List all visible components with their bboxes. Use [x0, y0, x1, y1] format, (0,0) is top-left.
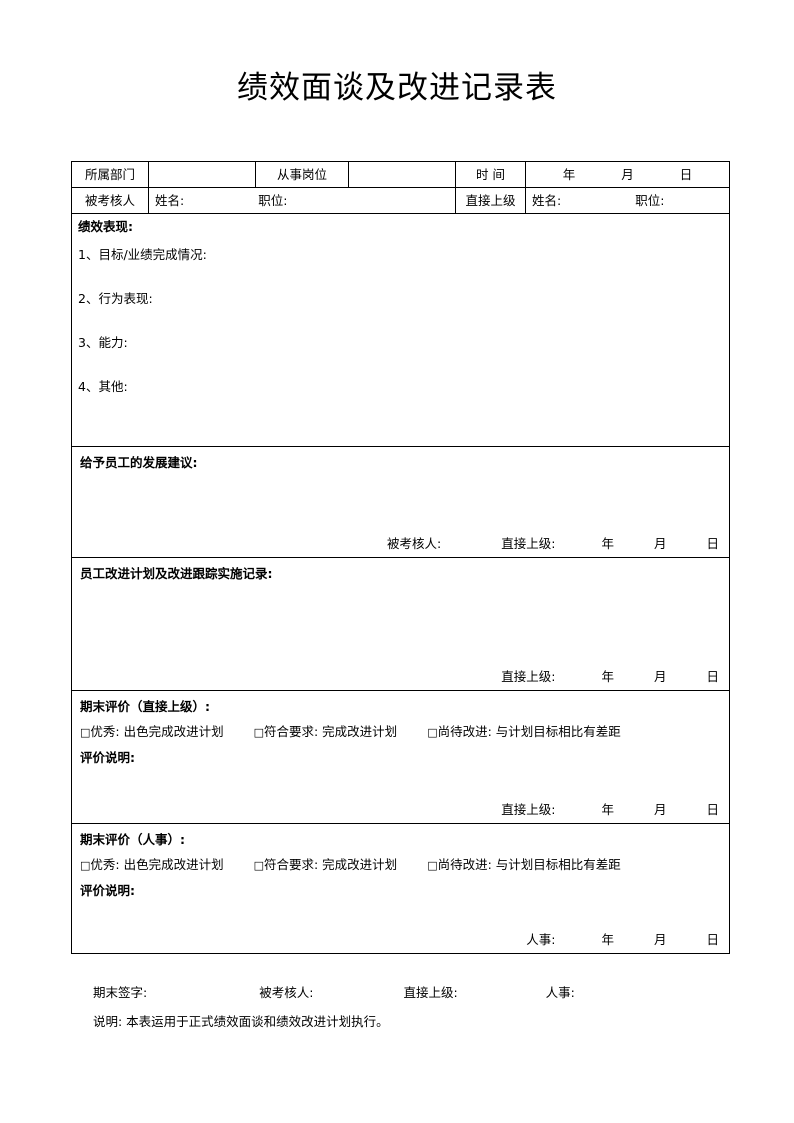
date-value-cell[interactable]: 年月日 [525, 161, 730, 188]
option-needs-improvement-hr[interactable]: □尚待改进: 与计划目标相比有差距 [427, 856, 621, 874]
department-value-cell[interactable] [148, 161, 256, 188]
year-label: 年 [562, 167, 576, 182]
improvement-heading: 员工改进计划及改进跟踪实施记录: [80, 566, 273, 581]
improvement-signature-row: 直接上级: 年 月 日 [80, 668, 719, 685]
supervisor-fields-cell[interactable]: 姓名: 职位: [525, 187, 730, 214]
final-eval-hr-year-label: 年 [601, 932, 614, 947]
appraisee-label: 被考核人 [71, 187, 149, 214]
checkbox-icon[interactable]: □ [254, 859, 264, 872]
checkbox-icon[interactable]: □ [427, 859, 437, 872]
final-eval-hr-cell[interactable]: 期末评价（人事）: □优秀: 出色完成改进计划 □符合要求: 完成改进计划 □尚待改… [71, 823, 730, 954]
table-row-development-advice: 给予员工的发展建议: 被考核人: 直接上级: 年 月 日 [71, 446, 730, 558]
development-heading: 给予员工的发展建议: [80, 455, 198, 470]
checkbox-icon[interactable]: □ [80, 726, 90, 739]
development-year-label: 年 [601, 536, 614, 551]
month-label: 月 [621, 167, 634, 182]
final-eval-supervisor-heading: 期末评价（直接上级）: [80, 699, 210, 714]
development-sign-supervisor-label: 直接上级: [501, 536, 556, 551]
footer-note: 说明: 本表运用于正式绩效面谈和绩效改进计划执行。 [93, 1014, 389, 1029]
table-row-final-eval-hr: 期末评价（人事）: □优秀: 出色完成改进计划 □符合要求: 完成改进计划 □尚待改… [71, 823, 730, 954]
department-label: 所属部门 [71, 161, 149, 188]
performance-item-4: 4、其他: [78, 379, 128, 394]
footer-sign-appraisee-label: 被考核人: [259, 985, 314, 1000]
improvement-day-label: 日 [706, 669, 719, 684]
final-eval-supervisor-sign-label: 直接上级: [501, 802, 556, 817]
supervisor-title-label: 职位: [635, 193, 665, 208]
final-eval-supervisor-year-label: 年 [601, 802, 614, 817]
footer-sign-hr-label: 人事: [545, 985, 575, 1000]
development-signature-row: 被考核人: 直接上级: 年 月 日 [80, 535, 719, 552]
table-row-basic-info: 所属部门 从事岗位 时 间 年 月 日 [71, 161, 730, 188]
performance-item-1: 1、目标/业绩完成情况: [78, 247, 207, 262]
performance-section-cell[interactable]: 绩效表现: 1、目标/业绩完成情况: 2、行为表现: 3、能力: 4、其他: [71, 213, 730, 447]
final-eval-hr-month-label: 月 [653, 932, 667, 947]
page-title: 绩效面谈及改进记录表 [237, 70, 557, 106]
final-eval-supervisor-signature-row: 直接上级: 年 月 日 [80, 801, 719, 818]
final-eval-hr-heading: 期末评价（人事）: [80, 832, 185, 847]
final-eval-hr-day-label: 日 [706, 932, 719, 947]
performance-interview-form-table: 所属部门 从事岗位 时 间 年月日 被考核人 姓名: 职位: 直接上级 姓名: 职位… [71, 161, 730, 954]
footer-sign-supervisor-label: 直接上级: [403, 985, 458, 1000]
improvement-month-label: 月 [653, 669, 667, 684]
final-eval-supervisor-options: □优秀: 出色完成改进计划 □符合要求: 完成改进计划 □尚待改进: 与计划目标相比… [80, 723, 721, 741]
final-eval-supervisor-cell[interactable]: 期末评价（直接上级）: □优秀: 出色完成改进计划 □符合要求: 完成改进计划 □尚… [71, 690, 730, 824]
final-eval-supervisor-month-label: 月 [653, 802, 667, 817]
checkbox-icon[interactable]: □ [427, 726, 437, 739]
checkbox-icon[interactable]: □ [254, 726, 264, 739]
option-excellent-hr-label: 优秀: 出色完成改进计划 [90, 857, 224, 872]
checkbox-icon[interactable]: □ [80, 859, 90, 872]
table-row-improvement-plan: 员工改进计划及改进跟踪实施记录: 直接上级: 年 月 日 [71, 557, 730, 691]
footer-sign-label: 期末签字: [93, 985, 148, 1000]
appraisee-fields-cell[interactable]: 姓名: 职位: [148, 187, 456, 214]
improvement-section-cell[interactable]: 员工改进计划及改进跟踪实施记录: 直接上级: 年 月 日 [71, 557, 730, 691]
option-excellent-supervisor[interactable]: □优秀: 出色完成改进计划 [80, 723, 224, 741]
option-needs-improvement-supervisor-label: 尚待改进: 与计划目标相比有差距 [437, 724, 621, 739]
appraisee-title-label: 职位: [258, 193, 288, 208]
option-meets-requirement-supervisor[interactable]: □符合要求: 完成改进计划 [254, 723, 398, 741]
final-eval-supervisor-comment-heading: 评价说明: [80, 750, 135, 765]
day-label: 日 [679, 167, 693, 182]
option-excellent-hr[interactable]: □优秀: 出色完成改进计划 [80, 856, 224, 874]
final-eval-hr-options: □优秀: 出色完成改进计划 □符合要求: 完成改进计划 □尚待改进: 与计划目标相比… [80, 856, 721, 874]
footer-signature-row: 期末签字: 被考核人: 直接上级: 人事: [93, 982, 575, 1001]
development-month-label: 月 [653, 536, 667, 551]
option-meets-requirement-hr-label: 符合要求: 完成改进计划 [264, 857, 398, 872]
final-eval-hr-comment-heading: 评价说明: [80, 883, 135, 898]
supervisor-name-label: 姓名: [532, 193, 562, 208]
development-day-label: 日 [706, 536, 719, 551]
option-meets-requirement-supervisor-label: 符合要求: 完成改进计划 [264, 724, 398, 739]
final-eval-supervisor-day-label: 日 [706, 802, 719, 817]
job-position-label: 从事岗位 [255, 161, 349, 188]
appraisee-name-label: 姓名: [155, 193, 185, 208]
performance-item-3: 3、能力: [78, 335, 128, 350]
development-section-cell[interactable]: 给予员工的发展建议: 被考核人: 直接上级: 年 月 日 [71, 446, 730, 558]
performance-heading: 绩效表现: [78, 219, 133, 234]
table-row-final-eval-supervisor: 期末评价（直接上级）: □优秀: 出色完成改进计划 □符合要求: 完成改进计划 □尚… [71, 690, 730, 824]
final-eval-hr-sign-label: 人事: [526, 932, 556, 947]
option-needs-improvement-supervisor[interactable]: □尚待改进: 与计划目标相比有差距 [427, 723, 621, 741]
table-row-people-info: 被考核人 姓名: 职位: 直接上级 姓名: 职位: [71, 187, 730, 214]
final-eval-hr-signature-row: 人事: 年 月 日 [80, 931, 719, 948]
option-needs-improvement-hr-label: 尚待改进: 与计划目标相比有差距 [437, 857, 621, 872]
development-sign-appraisee-label: 被考核人: [387, 536, 442, 551]
document-page: 绩效面谈及改进记录表 所属部门 从事岗位 时 间 年月日 被考核人 姓名: 职位… [0, 0, 794, 1123]
performance-item-2: 2、行为表现: [78, 291, 153, 306]
supervisor-label: 直接上级 [455, 187, 526, 214]
table-row-performance: 绩效表现: 1、目标/业绩完成情况: 2、行为表现: 3、能力: 4、其他: [71, 213, 730, 447]
option-excellent-supervisor-label: 优秀: 出色完成改进计划 [90, 724, 224, 739]
option-meets-requirement-hr[interactable]: □符合要求: 完成改进计划 [254, 856, 398, 874]
job-position-value-cell[interactable] [348, 161, 456, 188]
improvement-sign-supervisor-label: 直接上级: [501, 669, 556, 684]
time-label: 时 间 [455, 161, 526, 188]
improvement-year-label: 年 [601, 669, 614, 684]
